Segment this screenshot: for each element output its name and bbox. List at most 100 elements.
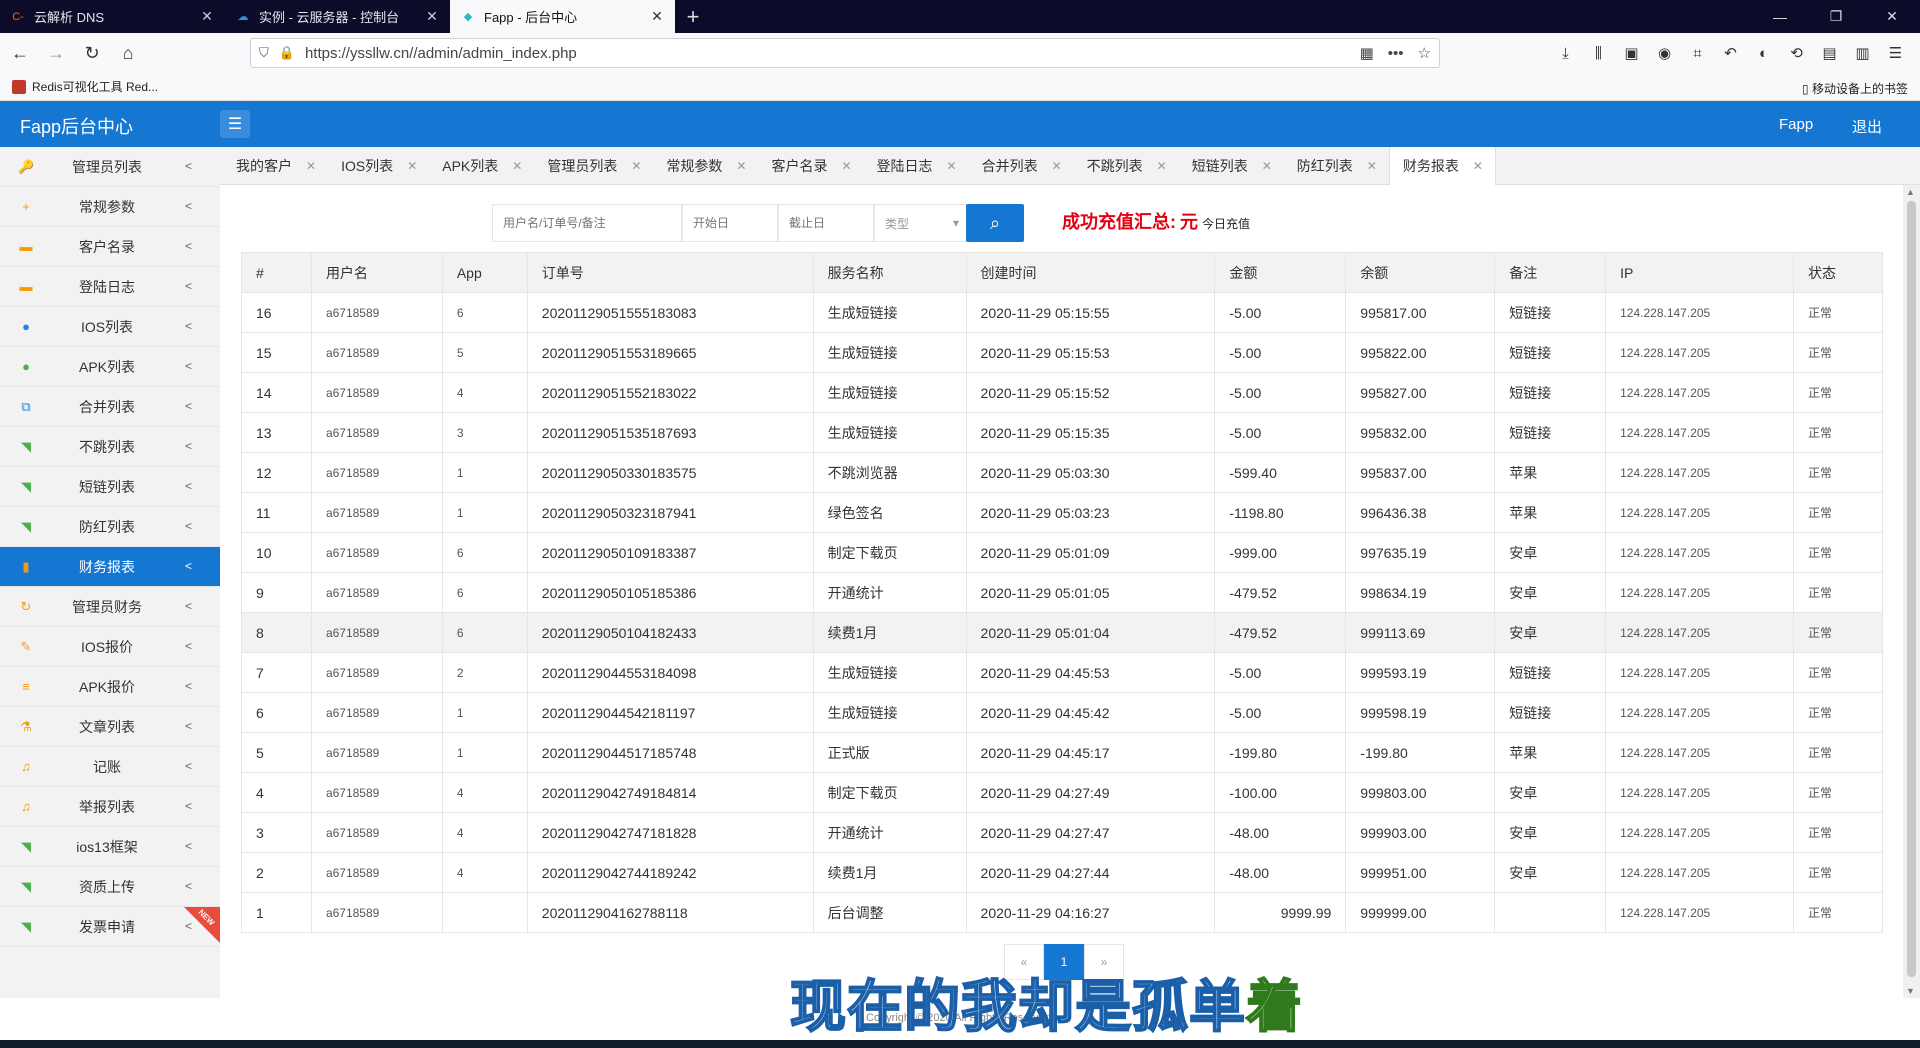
- scrollbar-thumb[interactable]: [1907, 201, 1916, 977]
- close-tab-icon[interactable]: ✕: [1473, 159, 1483, 173]
- download-icon[interactable]: ⤓: [1549, 37, 1582, 69]
- lock-icon[interactable]: 🔒: [279, 45, 295, 61]
- container-icon[interactable]: ▥: [1846, 37, 1879, 69]
- end-date-input[interactable]: [778, 204, 874, 242]
- minimize-icon[interactable]: —: [1752, 0, 1808, 33]
- close-window-icon[interactable]: ✕: [1864, 0, 1920, 33]
- table-row[interactable]: 4 a6718589 4 20201129042749184814 制定下载页 2020-…: [241, 772, 1883, 813]
- close-tab-icon[interactable]: ✕: [199, 8, 215, 25]
- reader-icon[interactable]: ▤: [1813, 37, 1846, 69]
- bookmark-star-icon[interactable]: ☆: [1418, 44, 1431, 62]
- table-row[interactable]: 12 a6718589 1 20201129050330183575 不跳浏览器 2020…: [241, 452, 1883, 493]
- bookmark-item[interactable]: Redis可视化工具 Red...: [12, 78, 158, 95]
- close-tab-icon[interactable]: ✕: [407, 159, 417, 173]
- table-row[interactable]: 13 a6718589 3 20201129051535187693 生成短链接 2020…: [241, 412, 1883, 453]
- mobile-bookmarks[interactable]: ▯ 移动设备上的书签: [1802, 80, 1908, 97]
- search-button[interactable]: ⌕: [966, 204, 1024, 242]
- restore-icon[interactable]: ❐: [1808, 0, 1864, 33]
- sidebar-item[interactable]: ✎ IOS报价 <: [0, 627, 220, 667]
- user-link[interactable]: Fapp: [1779, 116, 1813, 133]
- table-row[interactable]: 10 a6718589 6 20201129050109183387 制定下载页 2020…: [241, 532, 1883, 573]
- browser-tab[interactable]: ☁ 实例 - 云服务器 - 控制台 ✕: [225, 0, 450, 33]
- sync-icon[interactable]: ⟲: [1780, 37, 1813, 69]
- close-tab-icon[interactable]: ✕: [841, 159, 851, 173]
- close-tab-icon[interactable]: ✕: [512, 159, 522, 173]
- content-tab[interactable]: 常规参数 ✕: [653, 147, 758, 185]
- content-tab[interactable]: 我的客户 ✕: [223, 147, 328, 185]
- table-row[interactable]: 11 a6718589 1 20201129050323187941 绿色签名 2020-…: [241, 492, 1883, 533]
- extension-icon[interactable]: ◐: [1747, 37, 1780, 69]
- sidebar-item[interactable]: ◥ 短链列表 <: [0, 467, 220, 507]
- table-row[interactable]: 9 a6718589 6 20201129050105185386 开通统计 2020-1…: [241, 572, 1883, 613]
- sidebar-item[interactable]: ≡ APK报价 <: [0, 667, 220, 707]
- table-row[interactable]: 2 a6718589 4 20201129042744189242 续费1月 2020-1…: [241, 852, 1883, 893]
- content-tab[interactable]: 财务报表 ✕: [1388, 147, 1496, 185]
- close-tab-icon[interactable]: ✕: [1262, 159, 1272, 173]
- table-row[interactable]: 14 a6718589 4 20201129051552183022 生成短链接 2020…: [241, 372, 1883, 413]
- back-icon[interactable]: ←: [4, 37, 36, 69]
- qr-code-icon[interactable]: ▦: [1360, 44, 1374, 62]
- table-row[interactable]: 6 a6718589 1 20201129044542181197 生成短链接 2020-…: [241, 692, 1883, 733]
- close-tab-icon[interactable]: ✕: [736, 159, 746, 173]
- sidebar-item[interactable]: 🔑 管理员列表 <: [0, 147, 220, 187]
- content-tab[interactable]: APK列表 ✕: [429, 147, 534, 185]
- browser-tab[interactable]: ◆ Fapp - 后台中心 ✕: [450, 0, 675, 33]
- content-tab[interactable]: IOS列表 ✕: [328, 147, 429, 185]
- home-icon[interactable]: ⌂: [112, 37, 144, 69]
- menu-icon[interactable]: ☰: [1879, 37, 1912, 69]
- scroll-down-icon[interactable]: ▼: [1906, 986, 1915, 996]
- sidebar-item[interactable]: ↻ 管理员财务 <: [0, 587, 220, 627]
- address-bar[interactable]: ⛉ 🔒 https://yssllw.cn//admin/admin_index…: [250, 38, 1440, 68]
- library-icon[interactable]: ⫼: [1582, 37, 1615, 69]
- table-row[interactable]: 7 a6718589 2 20201129044553184098 生成短链接 2020-…: [241, 652, 1883, 693]
- close-tab-icon[interactable]: ✕: [1157, 159, 1167, 173]
- content-tab[interactable]: 管理员列表 ✕: [534, 147, 653, 185]
- sidebar-item[interactable]: ◥ 发票申请 < NEW: [0, 907, 220, 947]
- close-tab-icon[interactable]: ✕: [631, 159, 641, 173]
- sidebar-item[interactable]: ▬ 客户名录 <: [0, 227, 220, 267]
- table-row[interactable]: 1 a6718589 2020112904162788118 后台调整 2020-11-…: [241, 892, 1883, 933]
- url-text[interactable]: https://yssllw.cn//admin/admin_index.php: [305, 45, 1346, 62]
- sidebar-item[interactable]: ◥ 防红列表 <: [0, 507, 220, 547]
- app-brand[interactable]: Fapp后台中心: [20, 113, 133, 139]
- table-row[interactable]: 15 a6718589 5 20201129051553189665 生成短链接 2020…: [241, 332, 1883, 373]
- sidebar-item[interactable]: ⧉ 合并列表 <: [0, 387, 220, 427]
- keyword-input[interactable]: [492, 204, 682, 242]
- close-tab-icon[interactable]: ✕: [424, 8, 440, 25]
- sidebar-item[interactable]: ⚗ 文章列表 <: [0, 707, 220, 747]
- table-row[interactable]: 3 a6718589 4 20201129042747181828 开通统计 2020-1…: [241, 812, 1883, 853]
- undo-icon[interactable]: ↶: [1714, 37, 1747, 69]
- table-row[interactable]: 5 a6718589 1 20201129044517185748 正式版 2020-11…: [241, 732, 1883, 773]
- screenshot-icon[interactable]: ⌗: [1681, 37, 1714, 69]
- close-tab-icon[interactable]: ✕: [1367, 159, 1377, 173]
- content-tab[interactable]: 防红列表 ✕: [1284, 147, 1389, 185]
- sidebar-item[interactable]: ♫ 记账 <: [0, 747, 220, 787]
- sidebar-item[interactable]: ◥ ios13框架 <: [0, 827, 220, 867]
- content-tab[interactable]: 客户名录 ✕: [758, 147, 863, 185]
- scroll-up-icon[interactable]: ▲: [1906, 187, 1915, 197]
- forward-icon[interactable]: →: [40, 37, 72, 69]
- close-tab-icon[interactable]: ✕: [649, 8, 665, 25]
- close-tab-icon[interactable]: ✕: [947, 159, 957, 173]
- content-tab[interactable]: 短链列表 ✕: [1179, 147, 1284, 185]
- close-tab-icon[interactable]: ✕: [1052, 159, 1062, 173]
- vertical-scrollbar[interactable]: ▲ ▼: [1903, 185, 1920, 998]
- page-actions-icon[interactable]: •••: [1388, 45, 1404, 62]
- browser-tab[interactable]: C- 云解析 DNS ✕: [0, 0, 225, 33]
- type-select[interactable]: 类型 ▾: [874, 204, 970, 242]
- content-tab[interactable]: 不跳列表 ✕: [1074, 147, 1179, 185]
- sidebar-item[interactable]: ● APK列表 <: [0, 347, 220, 387]
- sidebar-item[interactable]: + 常规参数 <: [0, 187, 220, 227]
- sidebar-item[interactable]: ◥ 资质上传 <: [0, 867, 220, 907]
- table-row[interactable]: 8 a6718589 6 20201129050104182433 续费1月 2020-1…: [241, 612, 1883, 653]
- sidebar-item[interactable]: ▬ 登陆日志 <: [0, 267, 220, 307]
- sidebar-item[interactable]: ♫ 举报列表 <: [0, 787, 220, 827]
- sidebar-item[interactable]: ▮ 财务报表 <: [0, 547, 220, 587]
- reload-icon[interactable]: ↻: [76, 37, 108, 69]
- start-date-input[interactable]: [682, 204, 778, 242]
- close-tab-icon[interactable]: ✕: [306, 159, 316, 173]
- shield-icon[interactable]: ⛉: [259, 45, 269, 61]
- logout-link[interactable]: 退出: [1852, 116, 1882, 137]
- content-tab[interactable]: 登陆日志 ✕: [864, 147, 969, 185]
- sidebar-item[interactable]: ◥ 不跳列表 <: [0, 427, 220, 467]
